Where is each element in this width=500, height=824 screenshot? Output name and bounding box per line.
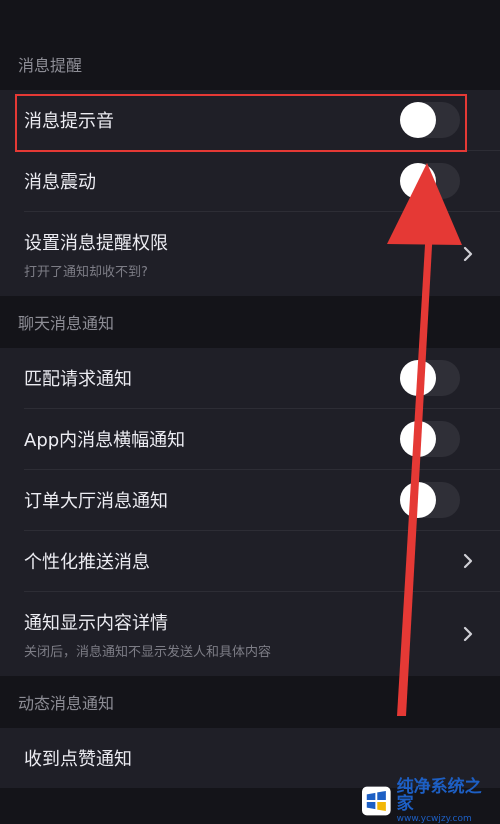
message-vibration-toggle[interactable] bbox=[400, 163, 460, 199]
top-spacer bbox=[0, 0, 500, 38]
row-match-request[interactable]: 匹配请求通知 bbox=[24, 348, 500, 409]
order-hall-toggle[interactable] bbox=[400, 482, 460, 518]
row-label: 通知显示内容详情 bbox=[24, 612, 168, 634]
toggle-knob bbox=[400, 421, 436, 457]
group-chat-notifications: 匹配请求通知 App内消息横幅通知 订单大厅消息通知 个性化推送消息 通知显示内… bbox=[0, 348, 500, 676]
watermark: 纯净系统之家 www.ycwjzy.com bbox=[362, 778, 494, 823]
chevron-right-icon bbox=[463, 626, 473, 642]
row-label: 消息震动 bbox=[24, 172, 96, 193]
watermark-url: www.ycwjzy.com bbox=[396, 813, 472, 824]
message-sound-toggle[interactable] bbox=[400, 102, 460, 138]
toggle-knob bbox=[400, 360, 436, 396]
row-personalized-push[interactable]: 个性化推送消息 bbox=[24, 531, 500, 592]
row-sublabel: 关闭后，消息通知不显示发送人和具体内容 bbox=[24, 644, 272, 660]
chevron-right-icon bbox=[463, 553, 473, 569]
watermark-title: 纯净系统之家 bbox=[396, 776, 482, 814]
row-label: 订单大厅消息通知 bbox=[24, 491, 168, 512]
row-label: 设置消息提醒权限 bbox=[24, 232, 168, 254]
row-message-sound[interactable]: 消息提示音 bbox=[24, 90, 500, 151]
chevron-right-icon bbox=[463, 246, 473, 262]
row-label: 收到点赞通知 bbox=[24, 749, 132, 770]
windows-logo-icon bbox=[362, 786, 391, 816]
section-header-message-reminder: 消息提醒 bbox=[0, 38, 500, 90]
section-header-feed-notifications: 动态消息通知 bbox=[0, 676, 500, 728]
row-label: App内消息横幅通知 bbox=[24, 430, 186, 451]
match-request-toggle[interactable] bbox=[400, 360, 460, 396]
row-label: 消息提示音 bbox=[24, 111, 114, 132]
row-label: 个性化推送消息 bbox=[24, 552, 150, 573]
group-message-reminder: 消息提示音 消息震动 设置消息提醒权限 打开了通知却收不到? bbox=[0, 90, 500, 296]
row-label: 匹配请求通知 bbox=[24, 369, 132, 390]
row-notification-details[interactable]: 通知显示内容详情 关闭后，消息通知不显示发送人和具体内容 bbox=[24, 592, 500, 676]
row-order-hall[interactable]: 订单大厅消息通知 bbox=[24, 470, 500, 531]
section-header-chat-notifications: 聊天消息通知 bbox=[0, 296, 500, 348]
in-app-banner-toggle[interactable] bbox=[400, 421, 460, 457]
toggle-knob bbox=[400, 102, 436, 138]
toggle-knob bbox=[400, 482, 436, 518]
toggle-knob bbox=[400, 163, 436, 199]
row-message-vibration[interactable]: 消息震动 bbox=[24, 151, 500, 212]
row-reminder-permission[interactable]: 设置消息提醒权限 打开了通知却收不到? bbox=[24, 212, 500, 296]
row-sublabel: 打开了通知却收不到? bbox=[24, 264, 148, 280]
row-in-app-banner[interactable]: App内消息横幅通知 bbox=[24, 409, 500, 470]
